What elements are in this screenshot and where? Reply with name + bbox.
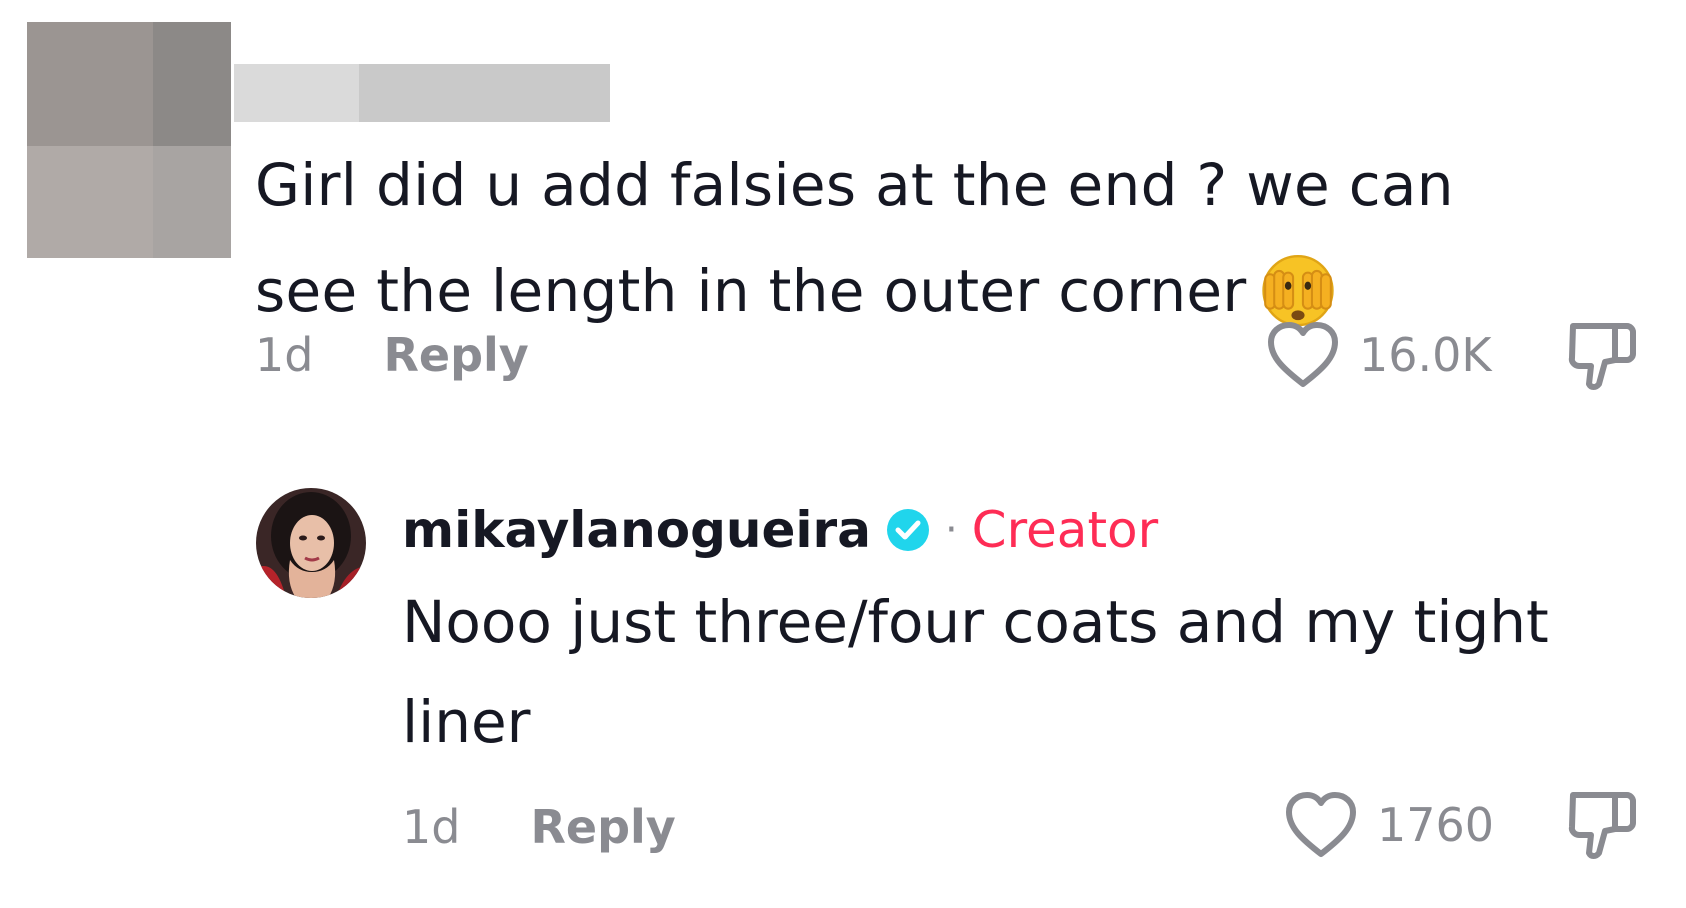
- creator-avatar[interactable]: [256, 488, 366, 598]
- heart-icon: [1268, 322, 1338, 387]
- commenter-username-blurred[interactable]: [234, 64, 610, 122]
- comment-text: Girl did u add falsies at the end ? we c…: [255, 132, 1595, 344]
- comment-text-line-content: see the length in the outer corner: [255, 257, 1247, 325]
- reply-text: Nooo just three/four coats and my tight …: [402, 572, 1662, 772]
- comment-reply-button[interactable]: Reply: [383, 328, 528, 382]
- dislike-icon[interactable]: [1563, 785, 1643, 865]
- separator-dot: ·: [944, 507, 958, 553]
- comment-like-count: 16.0K: [1359, 328, 1492, 382]
- reply-reply-button[interactable]: Reply: [530, 800, 675, 854]
- reply-text-line: liner: [402, 688, 531, 756]
- avatar-photo: [256, 488, 366, 598]
- username-blur-block: [234, 64, 359, 122]
- creator-username[interactable]: mikaylanogueira: [402, 501, 871, 559]
- reply-text-line: Nooo just three/four coats and my tight: [402, 588, 1549, 656]
- verified-badge-icon: [886, 509, 929, 551]
- avatar-blur-block: [27, 146, 153, 258]
- reply-like-button[interactable]: 1760: [1283, 785, 1494, 865]
- reply-header: mikaylanogueira · Creator: [402, 495, 1158, 565]
- reply-timestamp: 1d: [402, 800, 461, 854]
- commenter-avatar-blurred[interactable]: [27, 22, 231, 258]
- heart-icon: [1286, 792, 1356, 857]
- comment-meta: 1d Reply: [255, 325, 529, 385]
- username-blur-block: [359, 64, 610, 122]
- avatar-blur-block: [153, 146, 231, 258]
- creator-badge: Creator: [971, 501, 1159, 559]
- avatar-blur-block: [153, 22, 231, 146]
- comment-text-line: Girl did u add falsies at the end ? we c…: [255, 151, 1454, 219]
- comment-timestamp: 1d: [255, 328, 314, 382]
- avatar-blur-block: [27, 22, 153, 146]
- reply-like-count: 1760: [1377, 798, 1495, 852]
- reply-meta: 1d Reply: [402, 797, 676, 857]
- dislike-icon[interactable]: [1563, 316, 1643, 396]
- comment-like-button[interactable]: 16.0K: [1265, 315, 1492, 395]
